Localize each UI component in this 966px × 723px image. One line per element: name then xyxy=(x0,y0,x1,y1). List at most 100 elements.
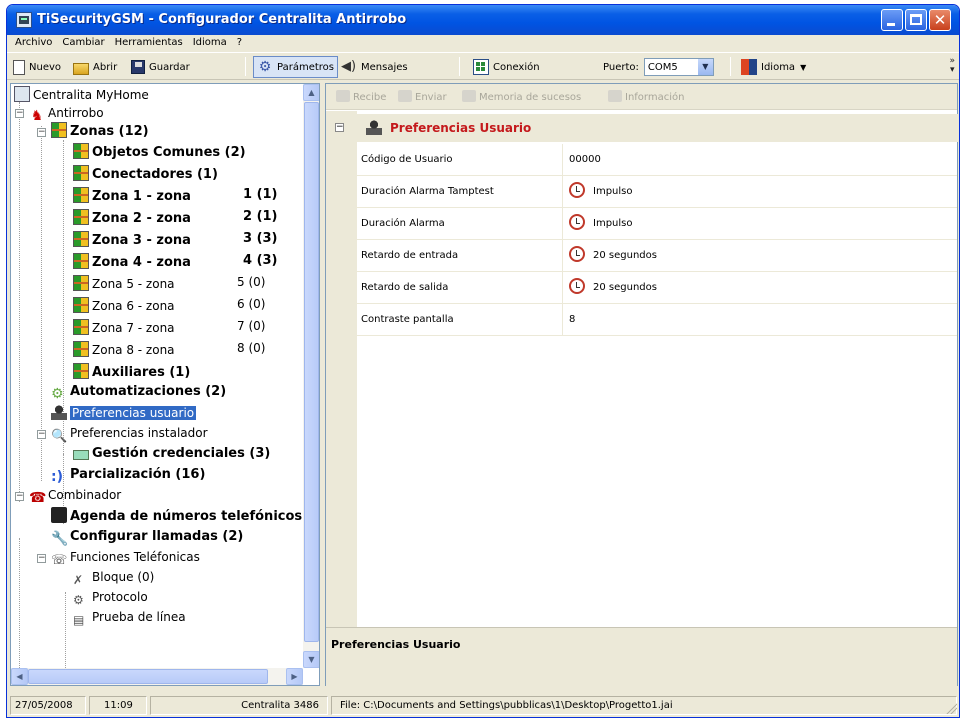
tree-item-gestion-credenciales[interactable]: Gestión credenciales (3) xyxy=(73,445,270,463)
scroll-down-icon[interactable]: ▼ xyxy=(303,651,319,668)
telephone-functions-icon: ☏ xyxy=(51,553,68,568)
tree-item-protocolo[interactable]: ⚙ Protocolo xyxy=(73,588,148,607)
configure-calls-icon: 🔧 xyxy=(51,531,69,547)
automation-gear-icon: ⚙ xyxy=(51,386,64,402)
tree-item-conectadores[interactable]: Conectadores (1) xyxy=(73,165,218,183)
collapse-icon[interactable]: − xyxy=(15,492,24,501)
tree-item-zona-5[interactable]: Zona 5 - zona xyxy=(73,275,175,293)
tree-item-configurar-llamadas[interactable]: 🔧 Configurar llamadas (2) xyxy=(51,528,243,547)
tree-item-antirrobo[interactable]: ♞ Antirrobo xyxy=(29,104,104,124)
tree-item-zona-7[interactable]: Zona 7 - zona xyxy=(73,319,175,337)
mensajes-button[interactable]: ◀) Mensajes xyxy=(341,56,408,78)
tree-item-parcializacion[interactable]: :) Parcialización (16) xyxy=(51,466,205,485)
tree-vertical-scrollbar[interactable]: ▲ ▼ xyxy=(303,84,319,668)
timer-icon xyxy=(569,214,585,230)
property-row[interactable]: Contraste pantalla 8 xyxy=(357,304,957,336)
property-row[interactable]: Retardo de salida 20 segundos xyxy=(357,272,957,304)
tree-item-zona-8[interactable]: Zona 8 - zona xyxy=(73,341,175,359)
parametros-label: Parámetros xyxy=(277,61,334,73)
property-row[interactable]: Retardo de entrada 20 segundos xyxy=(357,240,957,272)
zona-count: 3 (3) xyxy=(243,231,278,246)
tree-item-auxiliares[interactable]: Auxiliares (1) xyxy=(73,363,190,381)
scroll-thumb[interactable] xyxy=(304,102,319,642)
zone-icon xyxy=(73,187,89,203)
idioma-button[interactable]: Idioma ▼ xyxy=(741,56,806,78)
abrir-button[interactable]: Abrir xyxy=(73,56,117,78)
title-bar[interactable]: TiSecurityGSM - Configurador Centralita … xyxy=(7,5,959,35)
scroll-left-icon[interactable]: ◀ xyxy=(11,668,28,685)
tree-item-objetos[interactable]: Objetos Comunes (2) xyxy=(73,143,246,161)
close-button[interactable]: ✕ xyxy=(929,9,951,31)
tree-item-funciones-telefonicas[interactable]: ☏ Funciones Teléfonicas xyxy=(51,548,200,568)
preferencias-usuario-label: Preferencias usuario xyxy=(70,406,197,420)
parameters-icon: ⚙ xyxy=(258,59,272,75)
menu-archivo[interactable]: Archivo xyxy=(15,35,52,51)
nuevo-button[interactable]: Nuevo xyxy=(13,56,61,78)
menu-herramientas[interactable]: Herramientas xyxy=(115,35,183,51)
property-value[interactable]: Impulso xyxy=(569,208,632,239)
tree-item-preferencias-instalador[interactable]: 🔍 Preferencias instalador xyxy=(51,424,208,444)
property-value[interactable]: 20 segundos xyxy=(569,240,657,271)
tree-item-combinador[interactable]: ☎ Combinador xyxy=(29,486,121,506)
tree-item-zona-4[interactable]: Zona 4 - zona xyxy=(73,253,191,271)
informacion-button[interactable]: Información xyxy=(608,90,684,103)
guardar-button[interactable]: Guardar xyxy=(131,56,190,78)
memoria-sucesos-button[interactable]: Memoria de sucesos xyxy=(462,90,581,103)
agenda-label: Agenda de números telefónicos xyxy=(70,509,303,524)
tree-item-zona-2[interactable]: Zona 2 - zona xyxy=(73,209,191,227)
menu-cambiar[interactable]: Cambiar xyxy=(62,35,104,51)
tree-item-agenda[interactable]: Agenda de números telefónicos xyxy=(51,507,302,525)
scroll-right-icon[interactable]: ▶ xyxy=(286,668,303,685)
chevron-down-icon[interactable]: ▼ xyxy=(697,59,713,75)
property-row[interactable]: Código de Usuario 00000 xyxy=(357,144,957,176)
device-toolbar: Recibe Enviar Memoria de sucesos Informa… xyxy=(326,84,957,110)
menu-help[interactable]: ? xyxy=(237,35,242,51)
tree-item-zona-1[interactable]: Zona 1 - zona xyxy=(73,187,191,205)
section-header[interactable]: − Preferencias Usuario xyxy=(326,114,959,142)
zona-label: Zona 8 - zona xyxy=(92,343,175,357)
tree-line xyxy=(19,538,20,668)
tree-horizontal-scrollbar[interactable]: ◀ ▶ xyxy=(11,668,303,685)
property-value[interactable]: Impulso xyxy=(569,176,632,207)
toolbar-separator xyxy=(459,57,460,76)
zona-count: 4 (3) xyxy=(243,253,278,268)
menu-idioma[interactable]: Idioma xyxy=(193,35,227,51)
tree-root[interactable]: Centralita MyHome xyxy=(14,86,149,104)
enviar-button[interactable]: Enviar xyxy=(398,90,447,103)
conectadores-label: Conectadores (1) xyxy=(92,167,218,182)
toolbar-overflow-icon[interactable]: » ▾ xyxy=(949,57,955,75)
tree-item-bloque[interactable]: ✗ Bloque (0) xyxy=(73,568,154,587)
collapse-icon[interactable]: − xyxy=(15,109,24,118)
parametros-button[interactable]: ⚙ Parámetros xyxy=(253,56,338,78)
connection-icon xyxy=(473,59,489,75)
zone-icon xyxy=(73,319,89,335)
tree-item-automatizaciones[interactable]: ⚙ Automatizaciones (2) xyxy=(51,383,226,402)
collapse-icon[interactable]: − xyxy=(37,430,46,439)
tree-item-preferencias-usuario[interactable]: Preferencias usuario xyxy=(51,404,197,422)
collapse-icon[interactable]: − xyxy=(335,123,344,132)
collapse-icon[interactable]: − xyxy=(37,554,46,563)
tree-item-zona-6[interactable]: Zona 6 - zona xyxy=(73,297,175,315)
minimize-button[interactable] xyxy=(881,9,903,31)
tree-content: Centralita MyHome − ♞ Antirrobo − Zonas (… xyxy=(11,84,303,668)
speaker-icon: ◀) xyxy=(341,59,357,74)
property-value[interactable]: 8 xyxy=(569,304,575,335)
tree-item-zona-3[interactable]: Zona 3 - zona xyxy=(73,231,191,249)
property-row[interactable]: Duración Alarma Impulso xyxy=(357,208,957,240)
scroll-thumb[interactable] xyxy=(28,669,268,684)
scroll-up-icon[interactable]: ▲ xyxy=(303,84,319,101)
tree-item-prueba-linea[interactable]: ▤ Prueba de línea xyxy=(73,608,186,627)
puerto-select[interactable]: COM5 ▼ xyxy=(643,58,714,76)
property-value[interactable]: 00000 xyxy=(569,144,601,175)
maximize-button[interactable] xyxy=(905,9,927,31)
property-row[interactable]: Duración Alarma Tamptest Impulso xyxy=(357,176,957,208)
auxiliares-label: Auxiliares (1) xyxy=(92,365,191,380)
tree-line xyxy=(41,126,42,481)
tree-item-zonas[interactable]: Zonas (12) xyxy=(51,122,149,140)
collapse-icon[interactable]: − xyxy=(37,128,46,137)
property-value[interactable]: 20 segundos xyxy=(569,272,657,303)
recibe-button[interactable]: Recibe xyxy=(336,90,386,103)
zona-label: Zona 2 - zona xyxy=(92,211,191,226)
resize-grip-icon[interactable] xyxy=(945,702,957,714)
conexion-button[interactable]: Conexión xyxy=(473,56,540,78)
